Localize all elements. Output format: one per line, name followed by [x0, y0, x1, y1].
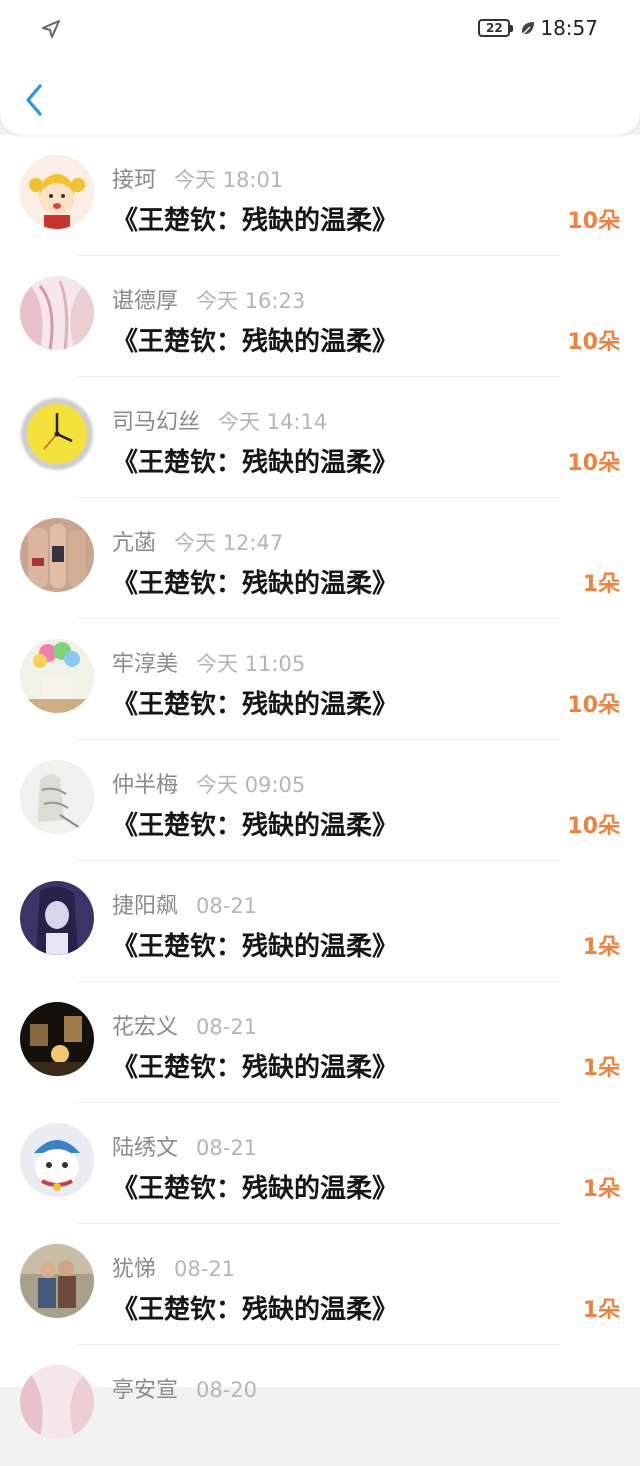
list-item[interactable]: 捷阳飙 08-21 《王楚钦：残缺的温柔》 1朵: [0, 861, 640, 982]
article-title[interactable]: 《王楚钦：残缺的温柔》: [112, 1289, 398, 1326]
item-meta: 捷阳飙 08-21: [112, 888, 258, 920]
item-meta: 亭安宣 08-20: [112, 1372, 258, 1404]
timestamp: 今天 14:14: [218, 410, 328, 434]
article-title[interactable]: 《王楚钦：残缺的温柔》: [112, 1168, 398, 1205]
article-title[interactable]: 《王楚钦：残缺的温柔》: [112, 442, 398, 479]
flower-count: 1朵: [582, 1177, 620, 1202]
item-meta: 陆绣文 08-21: [112, 1130, 258, 1162]
list-item[interactable]: 亢菡 今天 12:47 《王楚钦：残缺的温柔》 1朵: [0, 498, 640, 619]
item-meta: 犹悌 08-21: [112, 1251, 236, 1283]
flower-count: 1朵: [582, 1056, 620, 1081]
flower-count: 10朵: [567, 330, 620, 355]
avatar[interactable]: [20, 1365, 94, 1439]
leaf-icon: [522, 22, 535, 35]
article-title[interactable]: 《王楚钦：残缺的温柔》: [112, 321, 398, 358]
sender-name[interactable]: 亭安宣: [112, 1372, 178, 1404]
article-title[interactable]: 《王楚钦：残缺的温柔》: [112, 200, 398, 237]
status-bar: 22 18:57: [0, 0, 640, 56]
flower-count: 10朵: [567, 693, 620, 718]
sender-name[interactable]: 亢菡: [112, 525, 156, 557]
app-header: 22 18:57: [0, 0, 640, 135]
item-meta: 亢菡 今天 12:47: [112, 525, 284, 557]
item-meta: 牢淳美 今天 11:05: [112, 646, 306, 678]
avatar[interactable]: [20, 518, 94, 592]
avatar[interactable]: [20, 1123, 94, 1197]
avatar[interactable]: [20, 1244, 94, 1318]
list-item[interactable]: 亭安宣 08-20: [0, 1345, 640, 1466]
timestamp: 今天 16:23: [196, 289, 306, 313]
gift-list: 接珂 今天 18:01 《王楚钦：残缺的温柔》 10朵 谌德厚 今天 16:23…: [0, 135, 640, 1439]
flower-count: 10朵: [567, 814, 620, 839]
flower-count: 10朵: [567, 451, 620, 476]
timestamp: 今天 11:05: [196, 652, 306, 676]
sender-name[interactable]: 仲半梅: [112, 767, 178, 799]
timestamp: 今天 12:47: [174, 531, 284, 555]
status-time: 18:57: [540, 16, 598, 40]
list-item[interactable]: 花宏义 08-21 《王楚钦：残缺的温柔》 1朵: [0, 982, 640, 1103]
back-chevron-icon[interactable]: [20, 80, 48, 120]
status-right: 22 18:57: [478, 14, 598, 42]
timestamp: 08-21: [196, 1136, 258, 1160]
sender-name[interactable]: 捷阳飙: [112, 888, 178, 920]
article-title[interactable]: 《王楚钦：残缺的温柔》: [112, 1047, 398, 1084]
timestamp: 今天 09:05: [196, 773, 306, 797]
timestamp: 08-21: [174, 1257, 236, 1281]
article-title[interactable]: 《王楚钦：残缺的温柔》: [112, 563, 398, 600]
sender-name[interactable]: 牢淳美: [112, 646, 178, 678]
flower-count: 1朵: [582, 935, 620, 960]
flower-count: 10朵: [567, 209, 620, 234]
list-item[interactable]: 谌德厚 今天 16:23 《王楚钦：残缺的温柔》 10朵: [0, 256, 640, 377]
sender-name[interactable]: 犹悌: [112, 1251, 156, 1283]
avatar[interactable]: [20, 1002, 94, 1076]
battery-level: 22: [486, 21, 503, 35]
location-arrow-icon: [42, 20, 60, 38]
list-item[interactable]: 牢淳美 今天 11:05 《王楚钦：残缺的温柔》 10朵: [0, 619, 640, 740]
article-title[interactable]: 《王楚钦：残缺的温柔》: [112, 926, 398, 963]
item-meta: 仲半梅 今天 09:05: [112, 767, 306, 799]
item-meta: 接珂 今天 18:01: [112, 162, 284, 194]
item-meta: 谌德厚 今天 16:23: [112, 283, 306, 315]
article-title[interactable]: 《王楚钦：残缺的温柔》: [112, 684, 398, 721]
avatar[interactable]: [20, 760, 94, 834]
flower-count: 1朵: [582, 572, 620, 597]
flower-count: 1朵: [582, 1298, 620, 1323]
timestamp: 08-21: [196, 1015, 258, 1039]
avatar[interactable]: [20, 881, 94, 955]
timestamp: 08-21: [196, 894, 258, 918]
avatar[interactable]: [20, 397, 94, 471]
avatar[interactable]: [20, 639, 94, 713]
sender-name[interactable]: 陆绣文: [112, 1130, 178, 1162]
avatar[interactable]: [20, 276, 94, 350]
sender-name[interactable]: 接珂: [112, 162, 156, 194]
list-item[interactable]: 仲半梅 今天 09:05 《王楚钦：残缺的温柔》 10朵: [0, 740, 640, 861]
item-meta: 司马幻丝 今天 14:14: [112, 404, 328, 436]
avatar[interactable]: [20, 155, 94, 229]
sender-name[interactable]: 花宏义: [112, 1009, 178, 1041]
article-title[interactable]: 《王楚钦：残缺的温柔》: [112, 805, 398, 842]
sender-name[interactable]: 司马幻丝: [112, 404, 200, 436]
item-meta: 花宏义 08-21: [112, 1009, 258, 1041]
battery-icon: 22: [478, 19, 514, 37]
timestamp: 08-20: [196, 1378, 258, 1402]
list-item[interactable]: 接珂 今天 18:01 《王楚钦：残缺的温柔》 10朵: [0, 135, 640, 256]
list-item[interactable]: 司马幻丝 今天 14:14 《王楚钦：残缺的温柔》 10朵: [0, 377, 640, 498]
list-item[interactable]: 犹悌 08-21 《王楚钦：残缺的温柔》 1朵: [0, 1224, 640, 1345]
list-item[interactable]: 陆绣文 08-21 《王楚钦：残缺的温柔》 1朵: [0, 1103, 640, 1224]
timestamp: 今天 18:01: [174, 168, 284, 192]
sender-name[interactable]: 谌德厚: [112, 283, 178, 315]
